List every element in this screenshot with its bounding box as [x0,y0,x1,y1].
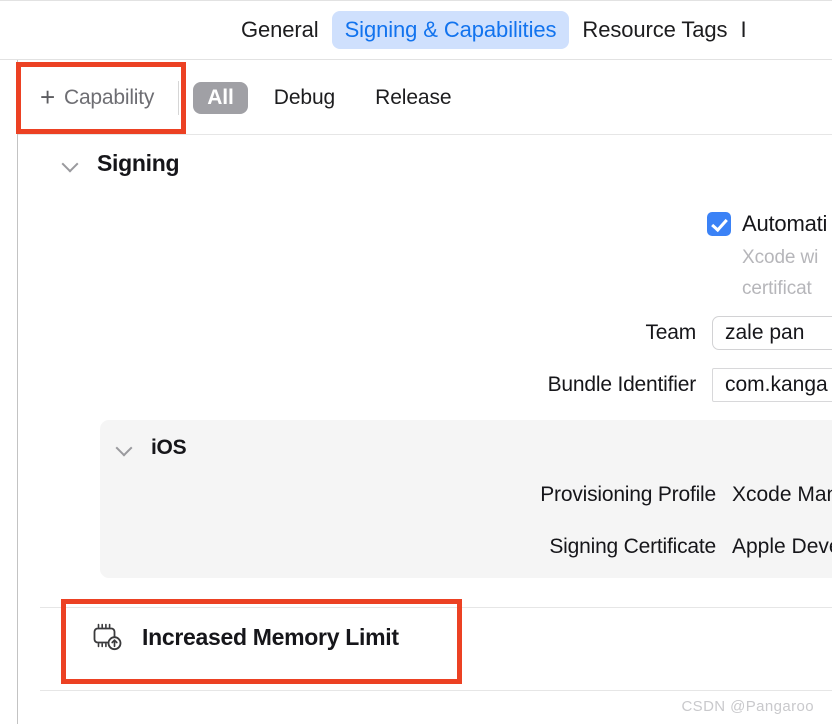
team-field-row: Team zale pan [400,316,832,350]
tab-bar: General Signing & Capabilities Resource … [0,0,832,60]
increased-memory-limit-row[interactable]: Increased Memory Limit [90,620,399,654]
description-line-1: Xcode wi [742,247,819,268]
bundle-identifier-field-row: Bundle Identifier com.kanga [400,368,832,402]
increased-memory-limit-label: Increased Memory Limit [142,623,399,650]
chevron-down-icon[interactable] [62,155,80,173]
tab-signing-and-capabilities[interactable]: Signing & Capabilities [331,11,570,49]
tab-list: General Signing & Capabilities Resource … [0,1,746,59]
description-line-2: certificat [742,277,812,299]
capabilities-toolbar: + Capability All Debug Release [18,60,832,135]
toolbar-divider-bottom [18,134,832,135]
memory-chip-icon [90,620,124,654]
signing-certificate-row: Signing Certificate Apple Deve [380,535,832,559]
panel-left-divider [17,60,18,724]
provisioning-profile-label: Provisioning Profile [540,483,716,506]
automatically-manage-signing-checkbox[interactable] [707,212,731,236]
capability-separator-top [40,607,832,608]
filter-segment-debug[interactable]: Debug [260,82,349,114]
team-label: Team [645,321,696,344]
filter-segment-release[interactable]: Release [361,82,465,114]
automatically-manage-signing-row[interactable]: Automati [707,209,827,239]
signing-section-title: Signing [97,150,180,176]
tab-resource-tags[interactable]: Resource Tags [569,11,740,49]
capability-separator-bottom [40,690,832,691]
plus-icon: + [40,81,55,112]
chevron-down-icon[interactable] [116,439,134,457]
bundle-identifier-input[interactable]: com.kanga [712,368,832,402]
filter-segment-all[interactable]: All [193,81,248,114]
ios-section-header[interactable]: iOS [116,436,187,460]
add-capability-label: Capability [63,85,155,109]
signing-certificate-label: Signing Certificate [549,535,716,558]
add-capability-button[interactable]: + Capability [18,81,176,112]
toolbar-divider [178,80,180,115]
bundle-identifier-label: Bundle Identifier [547,373,697,396]
tab-info-partial[interactable]: I [740,17,746,43]
automatically-manage-signing-label: Automati [742,211,828,236]
provisioning-profile-row: Provisioning Profile Xcode Mana [380,483,832,507]
signing-section-header[interactable]: Signing [62,150,180,177]
signing-certificate-value: Apple Deve [732,535,832,558]
ios-section-title: iOS [151,436,187,459]
team-select[interactable]: zale pan [712,316,832,350]
automatically-manage-signing-description: Xcode wi certificat [742,243,818,305]
provisioning-profile-value: Xcode Mana [732,483,832,506]
watermark: CSDN @Pangaroo [681,698,814,715]
tab-general[interactable]: General [228,11,332,49]
